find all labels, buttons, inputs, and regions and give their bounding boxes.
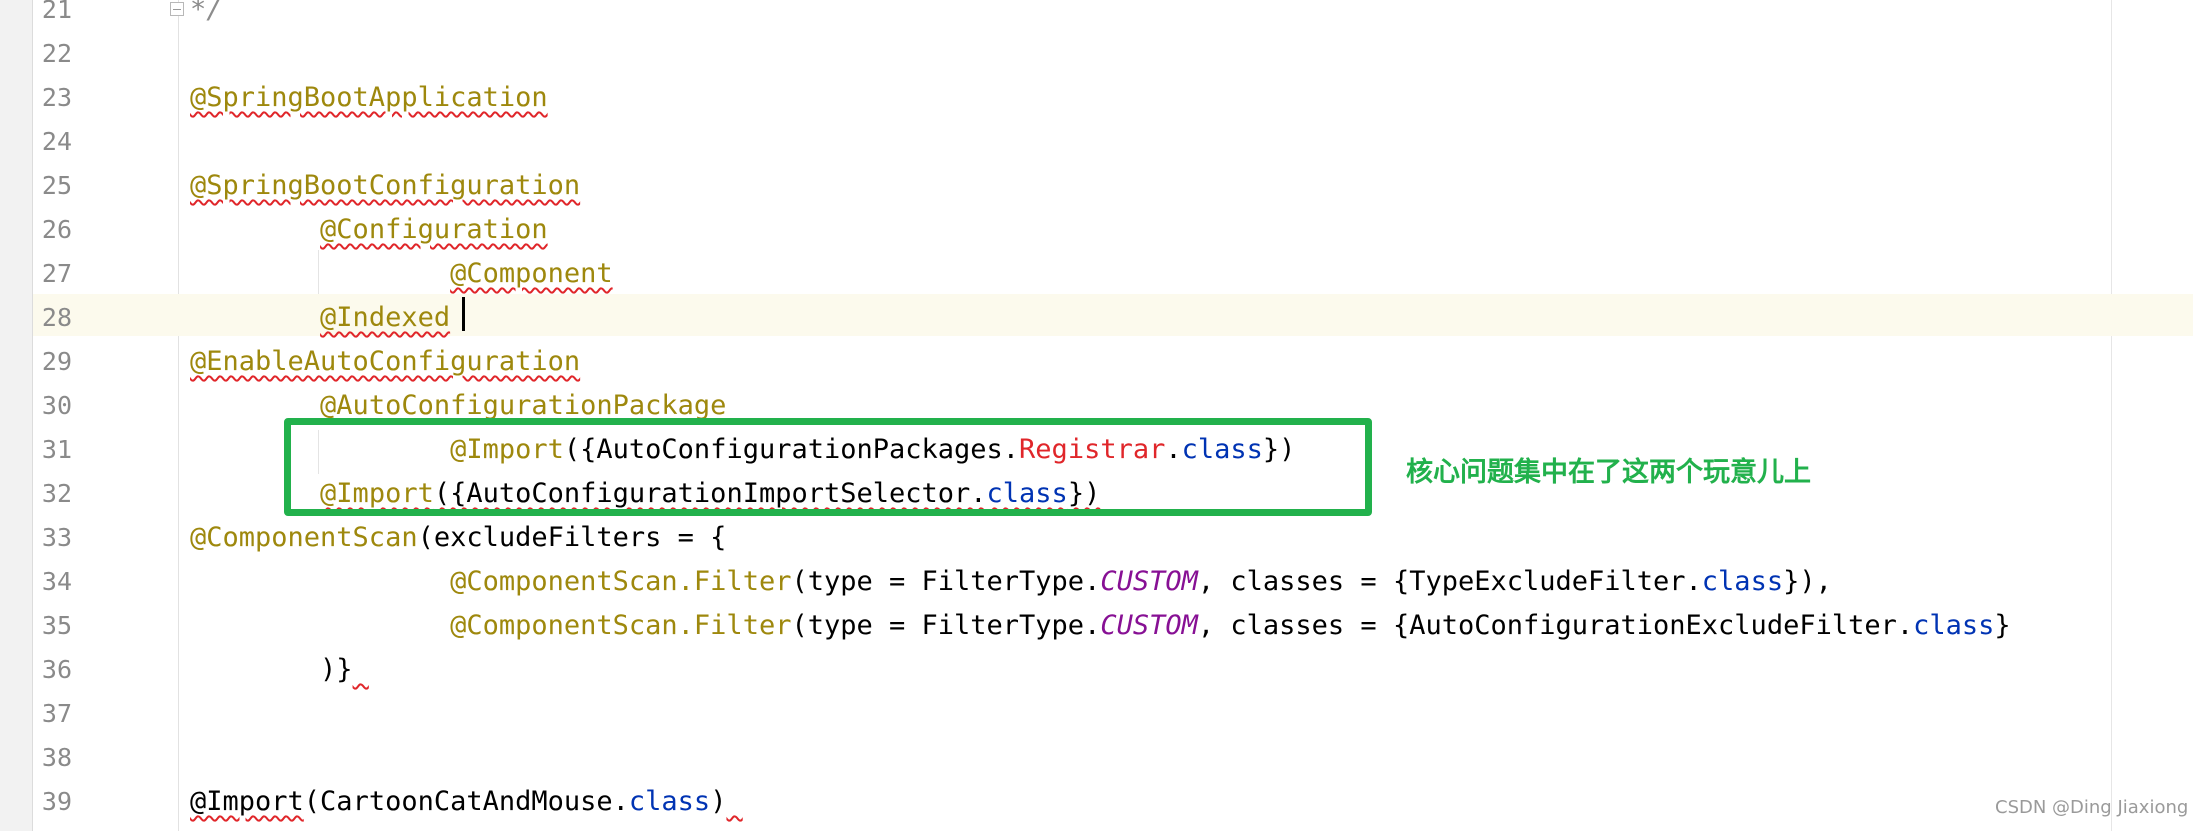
code-token: class [1913, 610, 1995, 641]
line-number: 28 [41, 303, 72, 332]
code-line[interactable]: 28 @Indexed [0, 296, 2193, 340]
code-line[interactable]: 34 @ComponentScan.Filter(type = FilterTy… [0, 560, 2193, 604]
line-number: 31 [41, 435, 72, 464]
line-number: 29 [41, 347, 72, 376]
code-line[interactable]: 22 [0, 32, 2193, 76]
code-line[interactable]: 39 @Import(CartoonCatAndMouse.class) [0, 780, 2193, 824]
code-text: @Component [190, 252, 613, 296]
code-token: @EnableAutoConfiguration [190, 346, 581, 377]
code-line[interactable]: 24 [0, 120, 2193, 164]
code-line[interactable]: 21 */ [0, 0, 2193, 32]
code-token: , classes = {TypeExcludeFilter. [1197, 566, 1702, 597]
code-token: (type = FilterType. [791, 610, 1101, 641]
code-line[interactable]: 29 @EnableAutoConfiguration [0, 340, 2193, 384]
line-number: 26 [41, 215, 72, 244]
code-token: (CartoonCatAndMouse. [303, 786, 629, 817]
code-line[interactable]: 26 @Configuration [0, 208, 2193, 252]
line-number: 25 [41, 171, 72, 200]
line-number: 35 [41, 611, 72, 640]
code-line[interactable]: 35 @ComponentScan.Filter(type = FilterTy… [0, 604, 2193, 648]
code-token: (type = FilterType. [791, 566, 1101, 597]
code-token: CUSTOM [1100, 610, 1198, 641]
code-text: @ComponentScan.Filter(type = FilterType.… [190, 560, 1832, 604]
line-number: 32 [41, 479, 72, 508]
line-number: 21 [41, 0, 72, 24]
code-token: @AutoConfigurationPackage [320, 390, 727, 421]
code-text: @ComponentScan.Filter(type = FilterType.… [190, 604, 2011, 648]
line-number: 27 [41, 259, 72, 288]
code-text: */ [190, 0, 223, 32]
code-token: class [1701, 566, 1784, 597]
code-token: */ [190, 0, 223, 25]
code-token: CUSTOM [1100, 566, 1198, 597]
code-token: @SpringBootApplication [190, 82, 548, 113]
code-token: @Import [190, 786, 304, 817]
highlight-box [284, 418, 1372, 516]
line-number: 36 [41, 655, 72, 684]
code-token: @Configuration [320, 214, 548, 245]
code-token: } [1994, 610, 2011, 641]
code-line[interactable]: 36 )} [0, 648, 2193, 692]
code-token: ) [710, 786, 727, 817]
line-number: 33 [41, 523, 72, 552]
text-caret [462, 297, 465, 331]
code-token: @ComponentScan [190, 522, 418, 553]
code-line[interactable]: 37 [0, 692, 2193, 736]
code-token: @Indexed [320, 302, 451, 333]
code-token: @ComponentScan.Filter [450, 566, 792, 597]
code-text: @EnableAutoConfiguration [190, 340, 580, 384]
code-text: @Indexed [190, 296, 450, 340]
line-number: 38 [41, 743, 72, 772]
code-token: @SpringBootConfiguration [190, 170, 581, 201]
line-number: 37 [41, 699, 72, 728]
code-token: }), [1783, 566, 1832, 597]
line-number: 24 [41, 127, 72, 156]
code-line[interactable]: 33 @ComponentScan(excludeFilters = { [0, 516, 2193, 560]
line-number: 39 [41, 787, 72, 816]
code-token: )} [320, 654, 353, 685]
line-number: 23 [41, 83, 72, 112]
code-text: @ComponentScan(excludeFilters = { [190, 516, 726, 560]
code-token: @Component [450, 258, 613, 289]
line-number: 34 [41, 567, 72, 596]
code-text: )} [190, 648, 369, 692]
annotation-note: 核心问题集中在了这两个玩意儿上 [1406, 457, 1811, 488]
fold-collapse-icon[interactable] [170, 2, 184, 16]
watermark: CSDN @Ding Jiaxiong [1995, 797, 2189, 818]
line-number: 22 [41, 39, 72, 68]
code-token: , classes = {AutoConfigurationExcludeFil… [1197, 610, 1914, 641]
code-line[interactable]: 38 [0, 736, 2193, 780]
code-line[interactable]: 25 @SpringBootConfiguration [0, 164, 2193, 208]
line-number: 30 [41, 391, 72, 420]
code-token: @ComponentScan.Filter [450, 610, 792, 641]
code-editor[interactable]: 21 */ 22 23 @SpringBootApplication 24 25 @Sprin… [0, 0, 2193, 831]
code-text: @Configuration [190, 208, 548, 252]
code-line[interactable]: 23 @SpringBootApplication [0, 76, 2193, 120]
code-line[interactable]: 27 @Component [0, 252, 2193, 296]
code-text: @SpringBootConfiguration [190, 164, 580, 208]
code-token: (excludeFilters = { [417, 522, 727, 553]
code-text: @SpringBootApplication [190, 76, 548, 120]
code-text: @Import(CartoonCatAndMouse.class) [190, 780, 743, 824]
code-token: class [628, 786, 711, 817]
